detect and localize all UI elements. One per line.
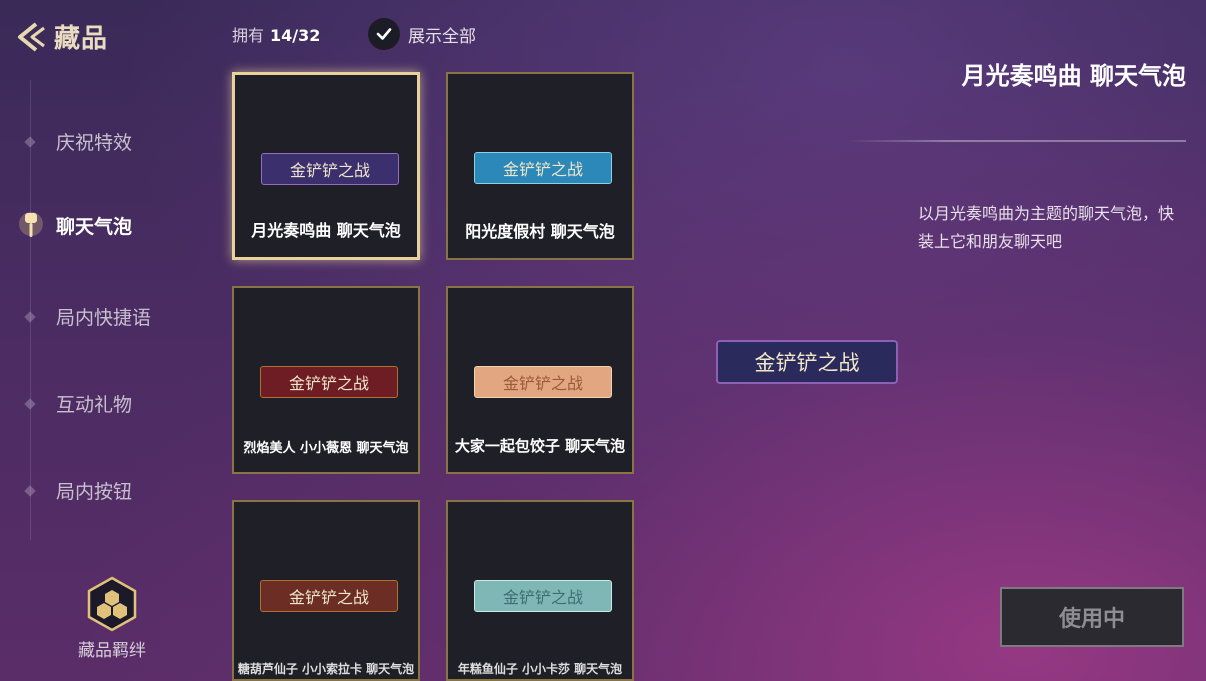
check-icon: [376, 28, 392, 40]
bonds-label: 藏品羁绊: [78, 641, 146, 661]
bubble-text: 金铲铲之战: [289, 161, 370, 180]
bubble-text: 金铲铲之战: [502, 160, 583, 179]
bullet-icon: [24, 484, 36, 497]
owned-number: 14/32: [270, 26, 321, 45]
sidebar-item-label: 局内按钮: [56, 481, 133, 503]
bubble-text: 金铲铲之战: [502, 588, 583, 607]
back-button[interactable]: 藏品: [14, 18, 108, 55]
chat-bubble-preview: 金铲铲之战: [260, 366, 398, 398]
owned-label: 拥有 14/32: [232, 22, 320, 46]
bubble-preview-large: 金铲铲之战: [716, 340, 898, 384]
owned-count: 拥有 14/32: [232, 22, 320, 46]
bullet-icon: [24, 310, 36, 323]
card-name: 大家一起包饺子 聊天气泡: [454, 437, 626, 455]
chat-bubble-preview: 金铲铲之战: [260, 580, 398, 612]
collection-card[interactable]: 金铲铲之战 年糕鱼仙子 小小卡莎 聊天气泡: [446, 500, 634, 681]
sidebar-item-label: 局内快捷语: [56, 307, 152, 329]
card-name: 年糕鱼仙子 小小卡莎 聊天气泡: [457, 662, 623, 676]
chat-bubble-preview: 金铲铲之战: [261, 153, 399, 185]
collection-bonds-button[interactable]: 藏品羁绊: [62, 576, 162, 661]
chat-bubble-preview: 金铲铲之战: [474, 580, 612, 612]
collection-card[interactable]: 金铲铲之战 烈焰美人 小小薇恩 聊天气泡: [232, 286, 420, 474]
sidebar-item-gifts[interactable]: 互动礼物: [24, 390, 132, 417]
collection-card[interactable]: 金铲铲之战 糖葫芦仙子 小小索拉卡 聊天气泡: [232, 500, 420, 681]
collection-card[interactable]: 金铲铲之战 月光奏鸣曲 聊天气泡: [232, 72, 420, 260]
bubble-text: 金铲铲之战: [288, 588, 369, 607]
show-all-label: 展示全部: [408, 26, 476, 47]
bullet-icon: [24, 135, 36, 148]
hexagon-bonds-icon: [87, 576, 137, 632]
owned-text: 拥有: [232, 26, 265, 45]
back-arrow-icon: [18, 21, 45, 52]
detail-divider: [846, 140, 1186, 142]
sidebar-item-label: 互动礼物: [56, 394, 133, 416]
chat-bubble-preview: 金铲铲之战: [716, 340, 898, 384]
collection-card[interactable]: 金铲铲之战 阳光度假村 聊天气泡: [446, 72, 634, 260]
collection-card[interactable]: 金铲铲之战 大家一起包饺子 聊天气泡: [446, 286, 634, 474]
spatula-icon: [19, 212, 43, 237]
sidebar: 藏品 庆祝特效 聊天气泡 局内快捷语 互动礼物 局内按钮 藏品羁绊: [0, 0, 200, 681]
bullet-icon: [24, 397, 36, 410]
sidebar-item-label: 庆祝特效: [56, 132, 133, 154]
checkbox[interactable]: [368, 18, 400, 50]
sidebar-item-quick-chat[interactable]: 局内快捷语: [24, 303, 151, 330]
bubble-text: 金铲铲之战: [288, 374, 369, 393]
detail-title: 月光奏鸣曲 聊天气泡: [961, 62, 1186, 90]
sidebar-item-label: 聊天气泡: [56, 215, 133, 238]
chat-bubble-preview: 金铲铲之战: [474, 366, 612, 398]
card-name: 月光奏鸣曲 聊天气泡: [251, 221, 401, 240]
sidebar-item-buttons[interactable]: 局内按钮: [24, 477, 132, 504]
card-name: 阳光度假村 聊天气泡: [465, 222, 615, 241]
detail-description: 以月光奏鸣曲为主题的聊天气泡，快装上它和朋友聊天吧: [918, 204, 1175, 251]
in-use-button[interactable]: 使用中: [1000, 587, 1184, 647]
bubble-text: 金铲铲之战: [502, 374, 583, 393]
page-title: 藏品: [54, 24, 109, 54]
chat-bubble-preview: 金铲铲之战: [474, 152, 612, 184]
card-name: 糖葫芦仙子 小小索拉卡 聊天气泡: [237, 662, 415, 676]
card-name: 烈焰美人 小小薇恩 聊天气泡: [243, 441, 409, 456]
sidebar-item-celebration[interactable]: 庆祝特效: [24, 128, 132, 155]
bubble-text: 金铲铲之战: [754, 351, 860, 375]
show-all-toggle[interactable]: 展示全部: [368, 18, 476, 50]
sidebar-item-chat-bubble[interactable]: 聊天气泡: [19, 210, 133, 240]
